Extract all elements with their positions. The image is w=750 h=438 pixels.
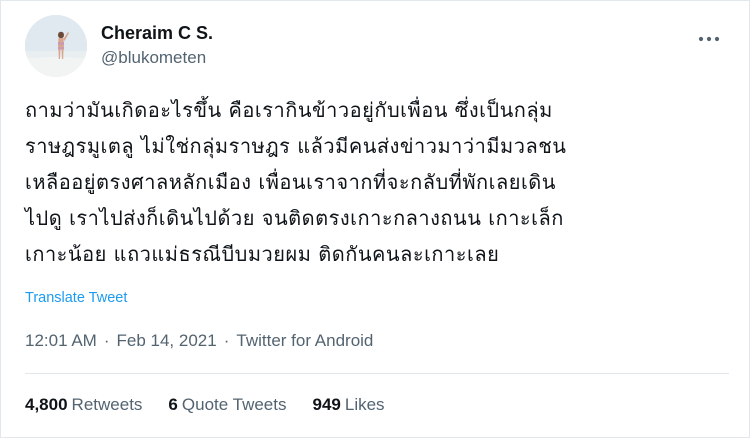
retweets-label: Retweets: [71, 395, 143, 414]
author-display-name[interactable]: Cheraim C S.: [101, 23, 213, 44]
translate-tweet-link[interactable]: Translate Tweet: [25, 290, 127, 306]
tweet-metadata: 12:01 AM · Feb 14, 2021 · Twitter for An…: [25, 331, 373, 351]
meta-separator: ·: [103, 331, 110, 350]
quote-tweets-label: Quote Tweets: [181, 395, 287, 414]
likes-count: 949: [312, 395, 341, 414]
tweet-card: Cheraim C S. @blukometen ถามว่ามันเกิดอะ…: [0, 0, 750, 438]
tweet-date[interactable]: Feb 14, 2021: [117, 331, 217, 351]
avatar-photo: [25, 15, 87, 77]
author-handle[interactable]: @blukometen: [101, 48, 213, 68]
tweet-time[interactable]: 12:01 AM: [25, 331, 97, 351]
quote-tweets-count: 6: [168, 395, 178, 414]
more-options-icon[interactable]: [697, 31, 721, 45]
meta-separator: ·: [223, 331, 230, 350]
retweets-count: 4,800: [25, 395, 68, 414]
likes-stat[interactable]: 949 Likes: [312, 395, 384, 415]
tweet-header: Cheraim C S. @blukometen: [25, 15, 733, 77]
quote-tweets-stat[interactable]: 6 Quote Tweets: [168, 395, 286, 415]
retweets-stat[interactable]: 4,800 Retweets: [25, 395, 142, 415]
stats-divider: [25, 373, 729, 374]
likes-label: Likes: [344, 395, 385, 414]
tweet-source[interactable]: Twitter for Android: [236, 331, 373, 351]
tweet-stats: 4,800 Retweets 6 Quote Tweets 949 Likes: [25, 395, 411, 415]
tweet-text: ถามว่ามันเกิดอะไรขึ้น คือเรากินข้าวอยู่ก…: [25, 98, 567, 266]
profile-avatar[interactable]: [25, 15, 87, 77]
author-names: Cheraim C S. @blukometen: [101, 23, 213, 67]
